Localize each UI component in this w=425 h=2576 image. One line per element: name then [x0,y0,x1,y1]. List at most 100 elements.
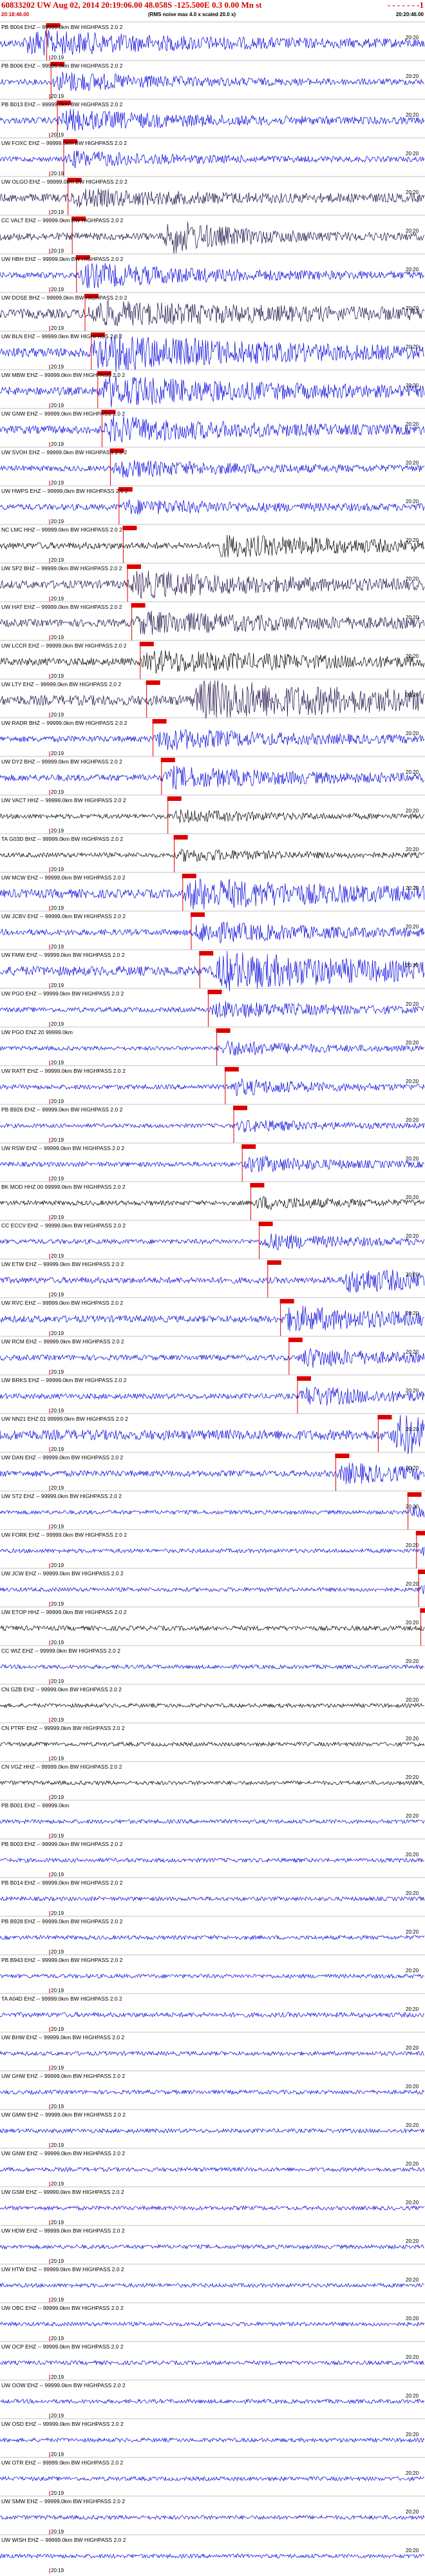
waveform-trace [0,849,425,862]
minute-label: 20:19 [51,712,64,718]
waveform-trace [0,2244,424,2250]
waveform-trace [0,1702,424,1709]
pick-marker [267,1260,281,1265]
right-time-label: 20:20 [406,460,419,466]
waveform-trace [0,1196,425,1210]
waveform-trace [0,299,425,327]
right-time-label: 20:20 [406,1543,419,1548]
station-label: UW HTW EHZ -- 99999.0km BW HIGHPASS 2.0 … [1,2266,124,2273]
right-time-label: 20:20 [406,1968,419,1974]
right-time-label: 20:20 [406,2084,419,2090]
right-time-label: 20:20 [406,1233,419,1239]
right-time-label: 20:20 [406,1311,419,1316]
right-time-label: 20:20 [406,2316,419,2321]
waveform-trace [0,1741,425,1747]
waveform-trace [0,262,425,289]
station-label: UW GHW EHZ -- 99999.0km BW HIGHPASS 2.0 … [1,2073,125,2079]
station-label: TA G03D BHZ -- 99999.0km BW HIGHPASS 2.0… [1,836,123,842]
minute-label: 20:19 [51,287,64,293]
minute-label: 20:19 [51,2529,64,2535]
right-time-label: 20:20 [406,1736,419,1742]
minute-label: 20:19 [51,2142,64,2148]
right-time-label: 20:20 [406,1117,419,1123]
pick-marker [152,719,167,724]
pick-marker [146,680,160,685]
station-label: UW SVOH EHZ -- 99999.0km BW HIGHPASS 2.0… [1,449,128,456]
pick-marker [167,796,182,801]
minute-label: 20:19 [51,635,64,640]
station-label: UW RADR BHZ -- 99999.0km BW HIGHPASS 2.0… [1,720,128,726]
minute-label: 20:19 [51,480,64,486]
minute-label: 20:19 [51,2065,64,2071]
right-time-label: 20:20 [406,499,419,505]
waveform-trace [0,1078,425,1097]
station-label: UW DAN EHZ -- 99999.0km BW HIGHPASS 2.0 … [1,1454,124,1461]
waveform-trace [0,1305,424,1332]
waveform-trace [0,921,425,944]
minute-label: 20:19 [51,1524,64,1530]
right-time-label: 20:20 [406,151,419,157]
pick-marker [335,1454,350,1458]
right-time-label: 20:20 [406,1427,419,1432]
right-time-label: 20:20 [406,769,419,775]
station-label: UW LTY EHZ -- 99999.0km BW HIGHPASS 2.0 … [1,681,121,687]
waveform-trace [0,2012,424,2018]
station-label: PB B003 EHZ -- 99999.0km BW HIGHPASS 2.0… [1,1841,123,1847]
right-time-label: 20:20 [406,653,419,659]
station-label: TA A04D EHZ -- 99999.0km BW HIGHPASS 2.0… [1,1995,122,2002]
station-label: UW GSM EHZ -- 99999.0km BW HIGHPASS 2.0 … [1,2189,124,2195]
station-label: UW FORK EHZ -- 99999.0km BW HIGHPASS 2.0… [1,1532,127,1538]
right-time-label: 20:20 [406,228,419,234]
station-label: UW OTR EHZ -- 99999.0km BW HIGHPASS 2.0 … [1,2459,124,2466]
waveform-trace [0,2166,425,2173]
waveform-trace [0,1506,425,1518]
station-label: CN PTRF EHZ -- 99999.0km BW HIGHPASS 2.0… [1,1725,125,1731]
right-time-label: 20:20 [406,963,419,968]
right-time-label: 20:20 [406,1504,419,1510]
station-label: UW DOSE BHZ -- 99999.0km BW HIGHPASS 2.0… [1,294,128,301]
station-label: PB B928 EHZ -- 99999.0km BW HIGHPASS 2.0… [1,1918,123,1925]
minute-label: 20:19 [51,557,64,563]
station-label: UW DY2 BHZ -- 99999.0km BW HIGHPASS 2.0 … [1,758,122,765]
pick-marker [288,1338,303,1342]
right-time-label: 20:20 [406,808,419,814]
pick-marker [216,1028,231,1033]
minute-label: 20:19 [51,325,64,331]
pick-marker [224,1067,239,1072]
station-label: UW LCCR EHZ -- 99999.0km BW HIGHPASS 2.0… [1,642,127,649]
right-time-label: 20:20 [406,1658,419,1664]
station-label: UW HBH EHZ -- 99999.0km BW HIGHPASS 2.0 … [1,256,124,262]
minute-label: 20:19 [51,1794,64,1800]
waveform-trace [0,1780,424,1786]
right-time-label: 20:20 [406,1156,419,1162]
waveform-trace [0,2321,425,2327]
station-label: UW OOW EHZ -- 99999.0km BW HIGHPASS 2.0 … [1,2382,126,2389]
waveform-trace [0,2514,425,2521]
waveform-trace [0,2553,424,2559]
waveform-trace [0,2282,424,2289]
minute-label: 20:19 [51,1408,64,1414]
right-time-label: 20:20 [406,73,419,79]
waveform-trace [0,109,425,131]
station-label: UW RATT EHZ -- 99999.0km BW HIGHPASS 2.0… [1,1068,126,1074]
minute-label: 20:19 [51,1485,64,1491]
station-label: UW FMW EHZ -- 99999.0km BW HIGHPASS 2.0 … [1,952,125,958]
right-time-label: 20:20 [406,2277,419,2283]
right-time-label: 20:20 [406,1697,419,1703]
station-label: UW MCW EHZ -- 99999.0km BW HIGHPASS 2.0 … [1,874,126,881]
minute-label: 20:19 [51,2104,64,2110]
waveform-trace [0,650,425,674]
waveform-trace [0,1040,424,1056]
minute-label: 20:19 [51,209,64,215]
minute-label: 20:19 [51,93,64,99]
station-label: CC VALT EHZ -- 99999.0km BW HIGHPASS 2.0… [1,217,124,224]
station-label: PB B926 EHZ -- 99999.0km BW HIGHPASS 2.0… [1,1106,123,1113]
station-label: UW BLN EHZ -- 99999.0km BW HIGHPASS 2.0 … [1,333,122,340]
waveform-trace [0,2398,425,2405]
waveform-trace [0,1119,425,1133]
waveform-trace [0,1857,424,1863]
minute-label: 20:19 [51,441,64,447]
minute-label: 20:19 [51,2413,64,2419]
right-time-label: 20:20 [406,2161,419,2167]
pick-marker [191,912,205,917]
